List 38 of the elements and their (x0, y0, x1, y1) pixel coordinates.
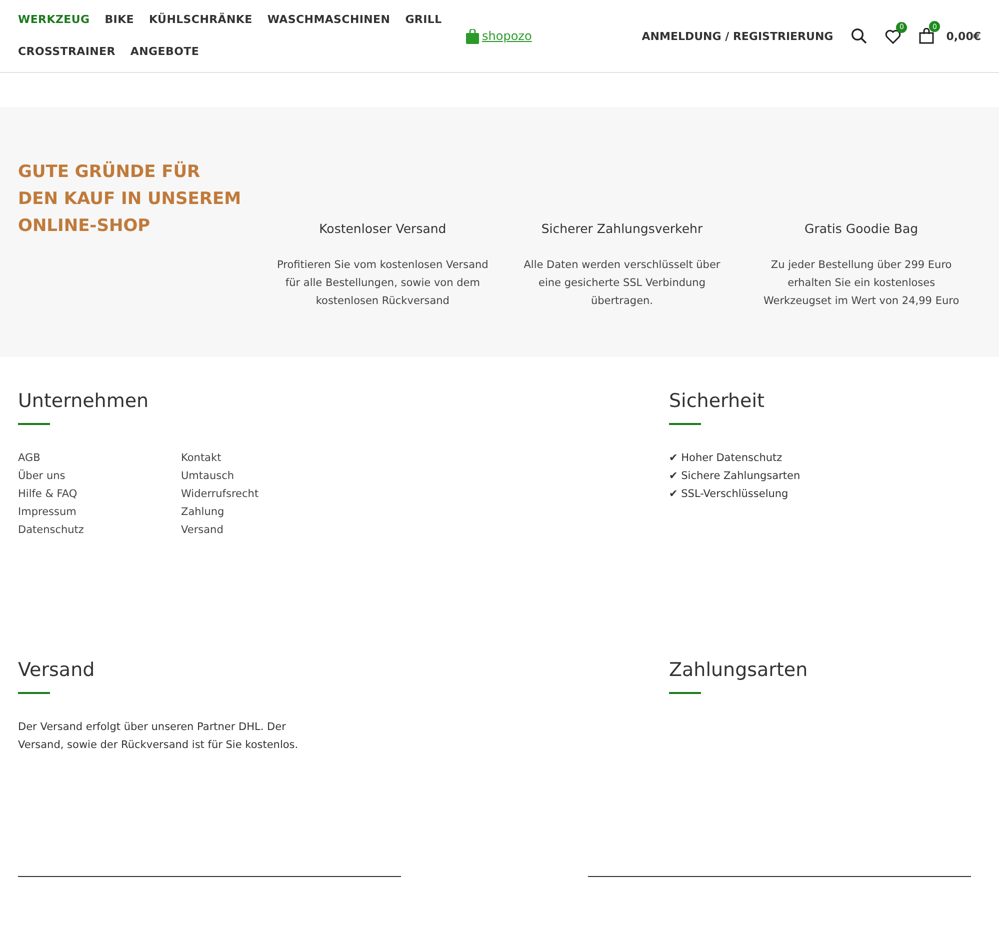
footer-link[interactable]: Hilfe & FAQ (18, 485, 181, 503)
footer-heading: Unternehmen (18, 389, 150, 413)
footer-text: Der Versand erfolgt über unseren Partner DHL. Der Versand, sowie der Rückversand ist für Sie kostenlos. (18, 720, 300, 753)
reason-heading: Gratis Goodie Bag (804, 221, 920, 236)
reason-text: Profitieren Sie vom kostenlosen Versand für alle Bestellungen, sowie von dem kostenlosen Rückversand (276, 258, 490, 309)
reason-heading: Kostenloser Versand (318, 221, 448, 236)
checklist-item: ✔ SSL-Verschlüsselung (669, 487, 790, 502)
footer-heading: Versand (18, 658, 96, 682)
reason-heading: Sicherer Zahlungsverkehr (540, 221, 704, 236)
checklist-item: ✔ Hoher Datenschutz (669, 451, 784, 466)
footer-heading: Zahlungsarten (669, 658, 809, 682)
nav-link[interactable]: BIKE (104, 4, 134, 36)
reason-text: Alle Daten werden verschlüsselt über eine gesicherte SSL Verbindung übertragen. (522, 258, 722, 309)
nav-link[interactable]: WASCHMASCHINEN (267, 4, 390, 36)
nav-link[interactable]: KÜHLSCHRÄNKE (149, 4, 252, 36)
footer-link[interactable]: Versand (181, 521, 344, 539)
footer-link[interactable]: Umtausch (181, 467, 344, 485)
shopping-bag-icon[interactable] (919, 28, 934, 44)
cart-total: 0,00€ (946, 30, 981, 42)
checklist-item: ✔ Sichere Zahlungsarten (669, 469, 802, 484)
footer-link[interactable]: Kontakt (181, 449, 344, 467)
footer-link[interactable]: Widerrufsrecht (181, 485, 344, 503)
nav-link[interactable]: GRILL (405, 4, 442, 36)
nav-link[interactable]: CROSSTRAINER (18, 36, 116, 68)
nav-link[interactable]: ANGEBOTE (130, 36, 200, 68)
footer-link[interactable]: Datenschutz (18, 521, 181, 539)
heart-icon[interactable] (885, 28, 902, 44)
logo[interactable]: shopozo (466, 28, 532, 44)
section-title: GUTE GRÜNDE FÜR DEN KAUF IN UNSEREM ONLINE-SHOP (18, 160, 242, 238)
footer-link[interactable]: AGB (18, 449, 181, 467)
footer-link[interactable]: Über uns (18, 467, 181, 485)
footer-link[interactable]: Zahlung (181, 503, 344, 521)
search-icon[interactable] (851, 28, 868, 44)
login-link[interactable]: ANMELDUNG / REGISTRIERUNG (642, 30, 834, 42)
nav-link[interactable]: WERKZEUG (18, 4, 90, 36)
footer-heading: Sicherheit (669, 389, 766, 413)
reason-text: Zu jeder Bestellung über 299 Euro erhalten Sie ein kostenloses Werkzeugset im Wert von 24,99 Euro (762, 258, 960, 309)
footer-link[interactable]: Impressum (18, 503, 181, 521)
